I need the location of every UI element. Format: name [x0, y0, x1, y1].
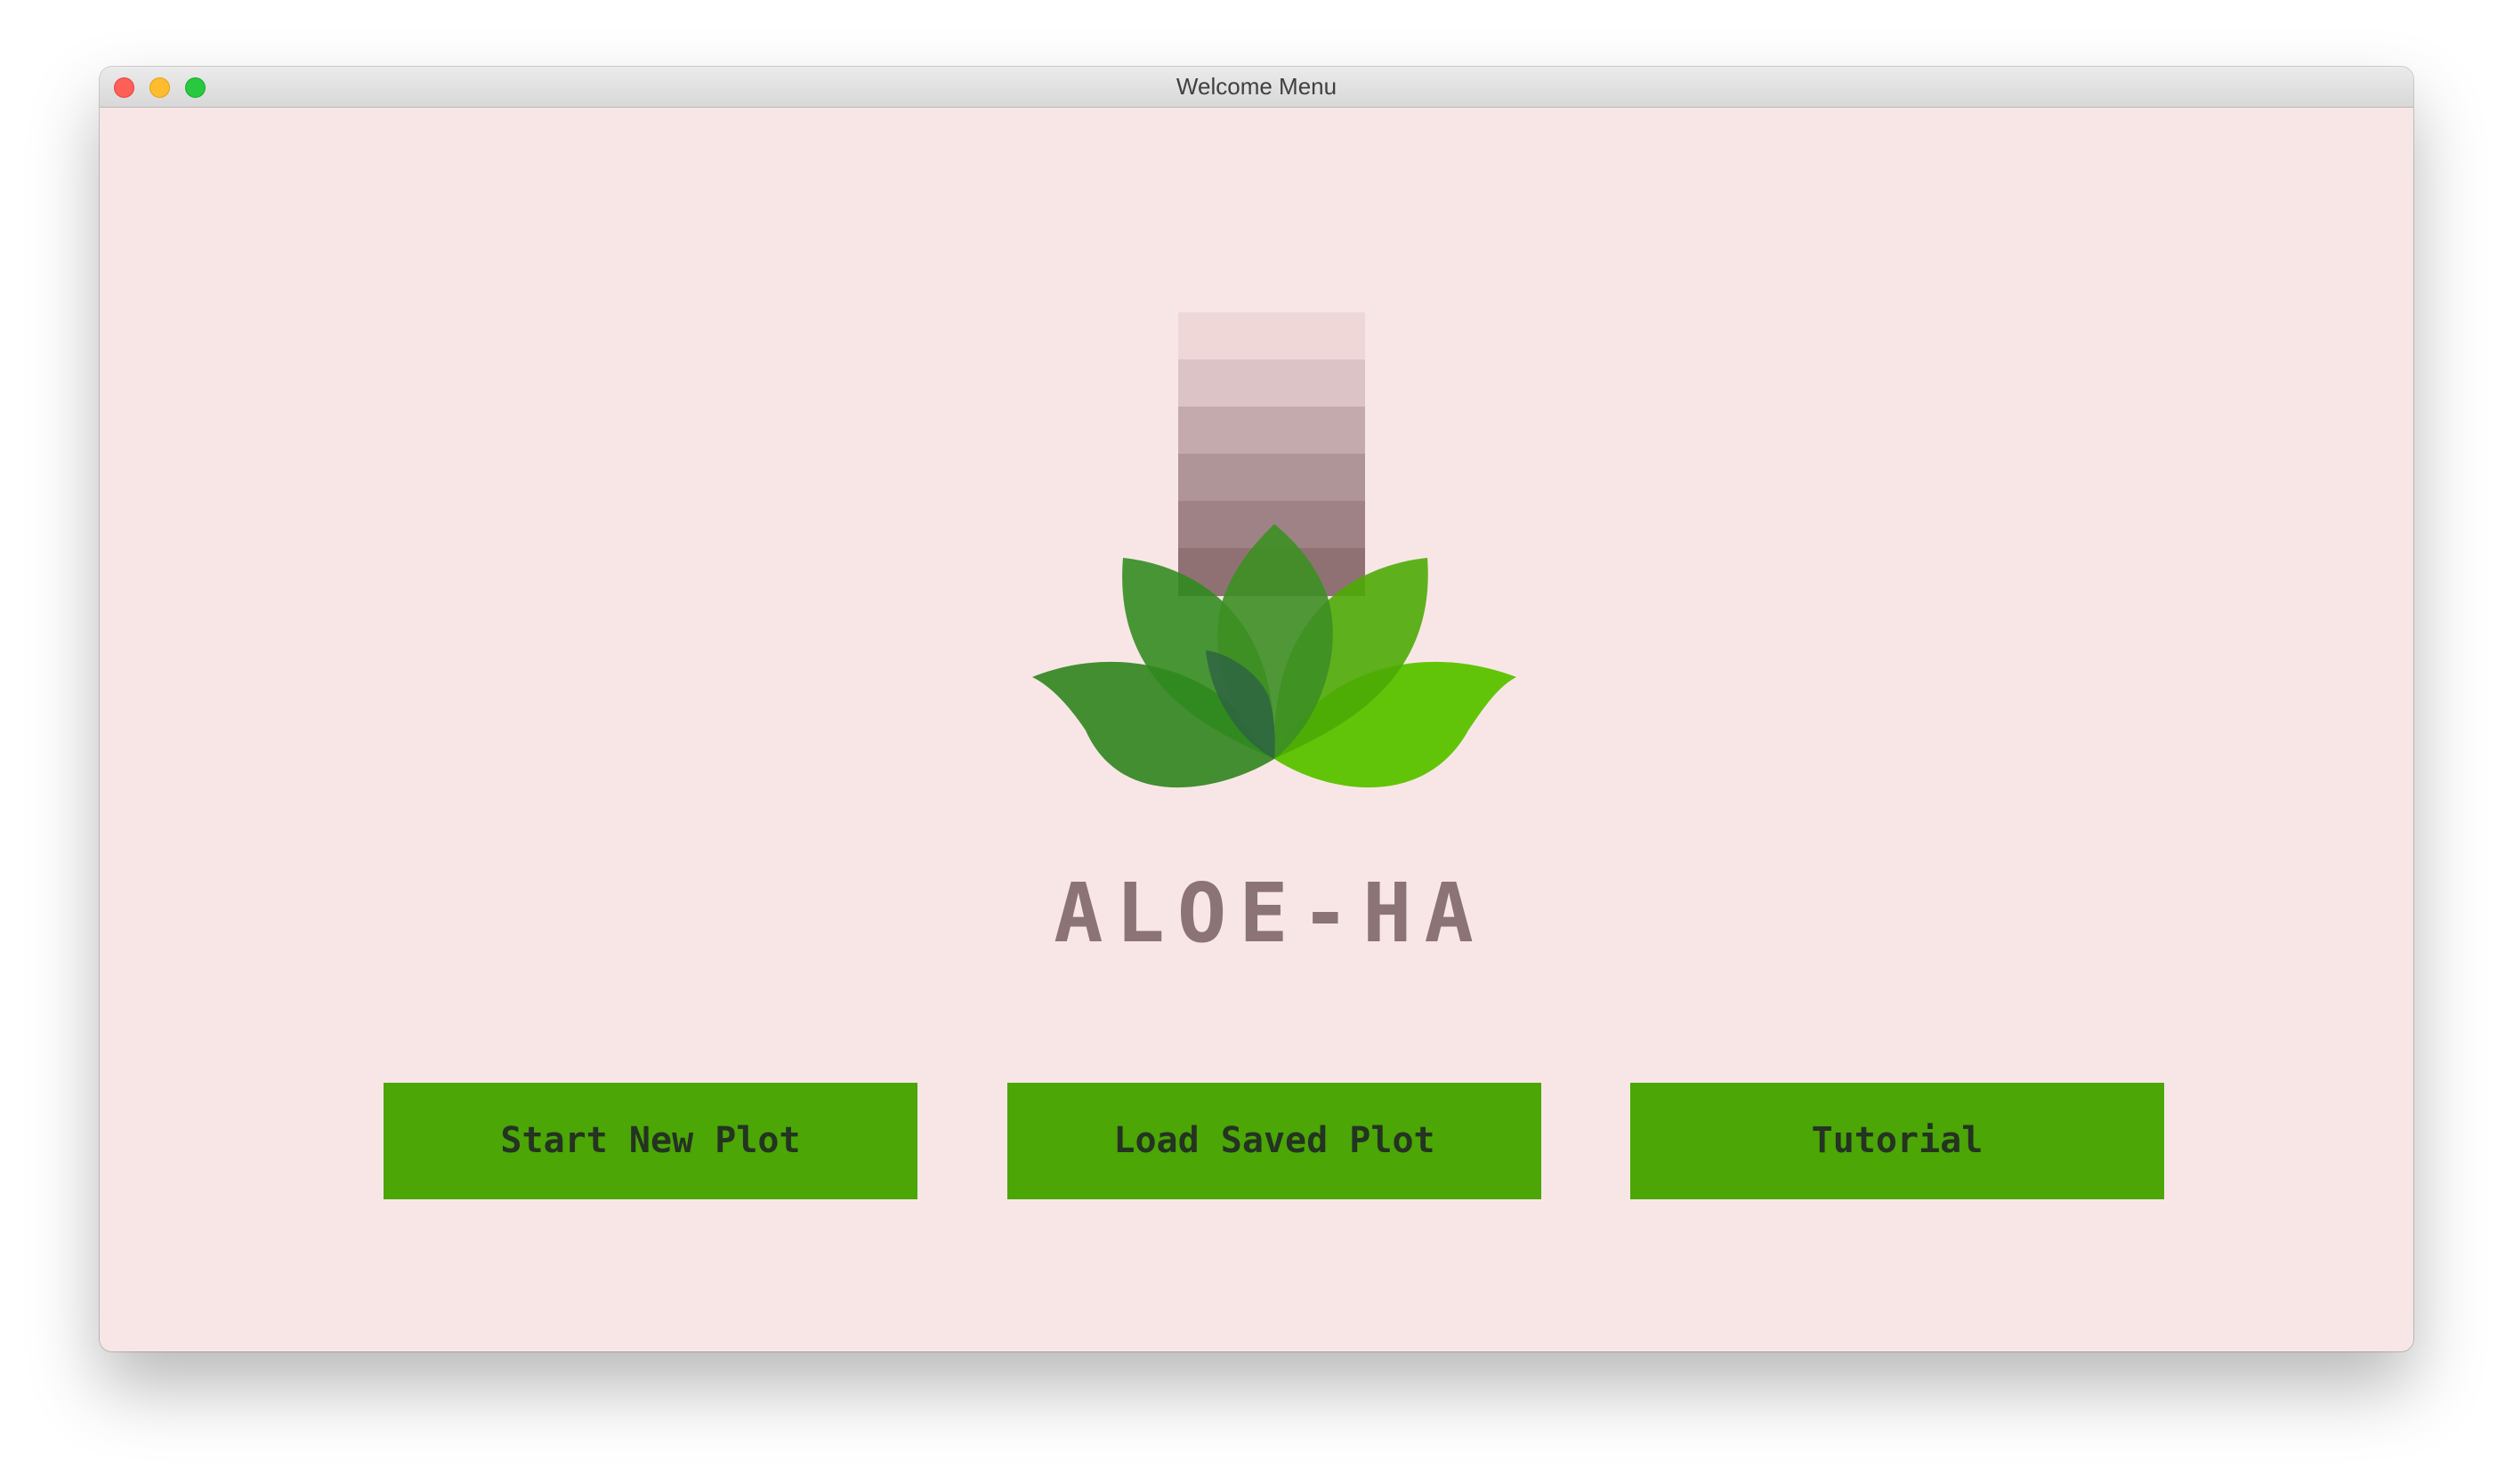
welcome-window: Welcome Menu ALOE-HA Start New Plot Load… — [100, 67, 2413, 1351]
aloe-logo-icon — [1032, 312, 1516, 788]
tutorial-button[interactable]: Tutorial — [1630, 1083, 2164, 1199]
app-name: ALOE-HA — [1054, 866, 1486, 961]
welcome-content: ALOE-HA Start New Plot Load Saved Plot T… — [100, 108, 2413, 1351]
title-bar[interactable]: Welcome Menu — [100, 67, 2413, 108]
window-title: Welcome Menu — [1176, 73, 1337, 100]
load-saved-plot-button[interactable]: Load Saved Plot — [1007, 1083, 1541, 1199]
start-new-plot-button[interactable]: Start New Plot — [384, 1083, 917, 1199]
logo-leaves — [1032, 524, 1516, 788]
